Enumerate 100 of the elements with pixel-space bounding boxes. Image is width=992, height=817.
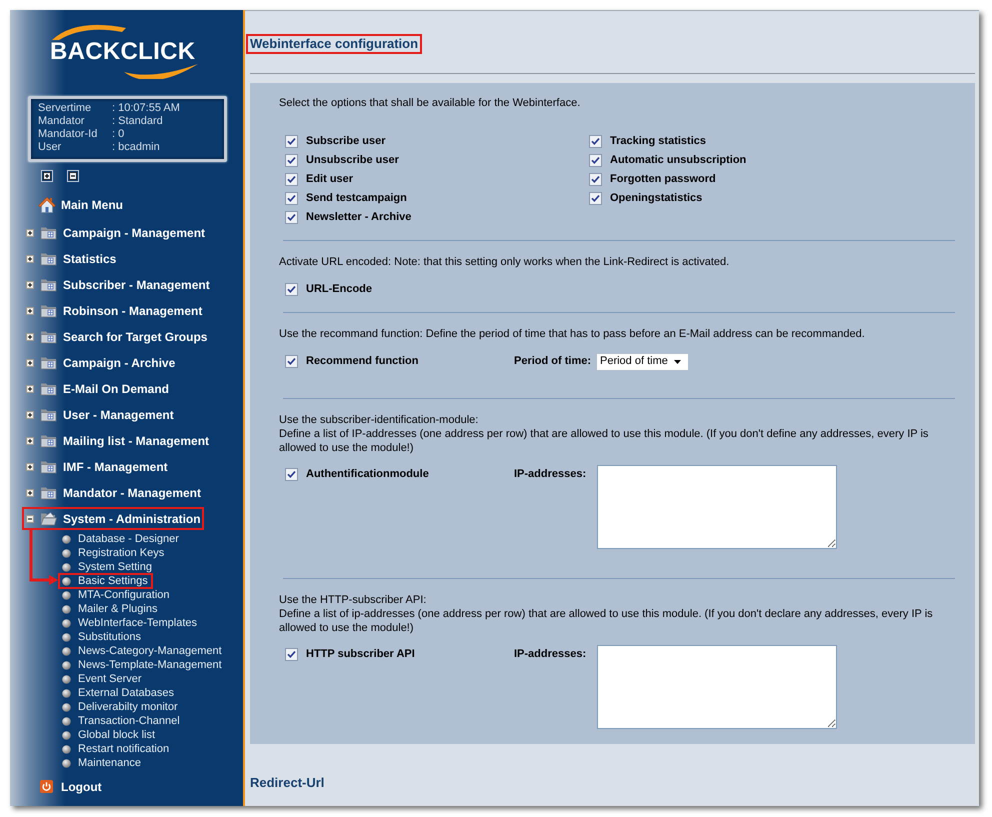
info-label: User (38, 141, 62, 154)
plus-icon[interactable] (26, 358, 34, 366)
folder-icon (40, 329, 57, 344)
submenu-item[interactable]: System Setting (58, 559, 157, 575)
plus-icon[interactable] (26, 462, 34, 470)
field-label: Period of time: (514, 354, 592, 369)
logo-text: BACKCLICK (50, 40, 196, 64)
submenu-item[interactable]: Mailer & Plugins (58, 601, 162, 617)
option-label: Unsubscribe user (306, 153, 399, 168)
checkbox[interactable] (589, 173, 602, 186)
menu-item[interactable]: Subscriber - Management (22, 273, 213, 296)
section-description: Use the recommand function: Define the period of time that has to pass before an E-Mail address can be recommanded. (279, 327, 866, 341)
plus-icon[interactable] (26, 306, 34, 314)
submenu-item[interactable]: Substitutions (58, 629, 146, 645)
ip-addresses-field[interactable] (597, 465, 837, 549)
menu-item[interactable]: E-Mail On Demand (22, 377, 172, 400)
menu-item[interactable]: User - Management (22, 403, 177, 426)
submenu-item[interactable]: Basic Settings (58, 573, 153, 589)
minus-icon[interactable] (26, 514, 34, 522)
minus-box-icon[interactable] (67, 170, 79, 182)
option-label: Edit user (306, 172, 354, 188)
plus-icon[interactable] (26, 488, 34, 496)
bullet-icon (62, 548, 71, 558)
section-description: Define a list of ip-addresses (one address per row) that are allowed to use this module. (If you don't declare any addresses, every IP is allowed to use the module!) (279, 607, 934, 635)
option-label: Tracking statistics (610, 134, 706, 150)
checkbox[interactable] (285, 211, 298, 224)
checkbox[interactable] (285, 355, 298, 368)
section-description: Select the options that shall be available for the Webinterface. (279, 96, 582, 110)
menu-item[interactable]: Search for Target Groups (22, 325, 210, 348)
submenu-item[interactable]: Global block list (58, 727, 160, 743)
submenu-item[interactable]: News-Category-Management (58, 643, 227, 659)
submenu-item[interactable]: News-Template-Management (58, 657, 227, 673)
plus-icon[interactable] (26, 228, 34, 236)
ip-addresses-field[interactable] (597, 645, 837, 729)
plus-icon[interactable] (26, 332, 34, 340)
option-label: Authentificationmodule (306, 467, 429, 482)
menu-item[interactable]: System - Administration (22, 507, 204, 530)
submenu-item[interactable]: Transaction-Channel (58, 713, 185, 729)
section-description: Use the HTTP-subscriber API: (279, 593, 428, 607)
checkbox[interactable] (285, 648, 298, 661)
checkbox[interactable] (589, 192, 602, 205)
bullet-icon (62, 730, 71, 740)
submenu-item[interactable]: Database - Designer (58, 531, 184, 547)
swoosh-icon (124, 64, 198, 79)
submenu-item[interactable]: Restart notification (58, 741, 174, 757)
section-description: Activate URL encoded: Note: that this setting only works when the Link-Redirect is activated. (279, 255, 730, 269)
bullet-icon (62, 702, 71, 712)
submenu-item[interactable]: MTA-Configuration (58, 587, 174, 603)
info-value: : 10:07:55 AM (112, 102, 180, 115)
menu-item[interactable]: IMF - Management (22, 455, 171, 478)
menu-item[interactable]: Campaign - Archive (22, 351, 178, 374)
logout-link[interactable]: Logout (22, 775, 105, 798)
plus-box-icon[interactable] (41, 170, 53, 182)
plus-icon[interactable] (26, 436, 34, 444)
bullet-icon (62, 590, 71, 600)
submenu-item[interactable]: Event Server (58, 671, 147, 687)
checkbox[interactable] (285, 468, 298, 481)
checkbox[interactable] (285, 154, 298, 167)
menu-item[interactable]: Main Menu (22, 193, 126, 216)
folder-icon (40, 407, 57, 422)
menu-item[interactable]: Robinson - Management (22, 299, 206, 322)
checkbox[interactable] (285, 173, 298, 186)
submenu-item[interactable]: Maintenance (58, 755, 146, 771)
menu-item[interactable]: Campaign - Management (22, 221, 208, 244)
bullet-icon (62, 534, 71, 544)
submenu-item[interactable]: Registration Keys (58, 545, 170, 561)
bullet-icon (62, 674, 71, 684)
menu-item[interactable]: Mandator - Management (22, 481, 204, 504)
bullet-icon (62, 576, 71, 586)
submenu-item[interactable]: WebInterface-Templates (58, 615, 202, 631)
bullet-icon (62, 604, 71, 614)
field-label: IP-addresses: (514, 647, 588, 662)
checkbox[interactable] (285, 135, 298, 148)
submenu-item[interactable]: External Databases (58, 685, 179, 701)
checkbox[interactable] (285, 192, 298, 205)
plus-icon[interactable] (26, 280, 34, 288)
bullet-icon (62, 744, 71, 754)
option-label: Subscribe user (306, 134, 386, 150)
menu-item[interactable]: Statistics (22, 247, 120, 270)
checkbox[interactable] (589, 135, 602, 148)
info-value: : Standard (112, 115, 163, 128)
home-icon (38, 196, 56, 214)
period-select[interactable]: Period of time (597, 354, 688, 370)
plus-icon[interactable] (26, 254, 34, 262)
caret-icon (674, 360, 681, 364)
section-description: Define a list of IP-addresses (one address per row) that are allowed to use this module. (If you don't define any addresses, every IP is allowed to use the module!) (279, 427, 930, 455)
menu-item[interactable]: Mailing list - Management (22, 429, 212, 452)
checkbox[interactable] (589, 154, 602, 167)
plus-icon[interactable] (26, 410, 34, 418)
submenu-item[interactable]: Deliverabilty monitor (58, 699, 183, 715)
info-label: Mandator (38, 115, 86, 128)
field-label: IP-addresses: (514, 467, 588, 482)
checkbox[interactable] (285, 283, 298, 296)
info-label: Servertime (38, 102, 92, 115)
bullet-icon (62, 716, 71, 726)
option-label: Openingstatistics (610, 191, 702, 206)
annotation-arrow (29, 530, 58, 585)
plus-icon[interactable] (26, 384, 34, 392)
bullet-icon (62, 646, 71, 656)
open-folder-icon (40, 511, 57, 526)
